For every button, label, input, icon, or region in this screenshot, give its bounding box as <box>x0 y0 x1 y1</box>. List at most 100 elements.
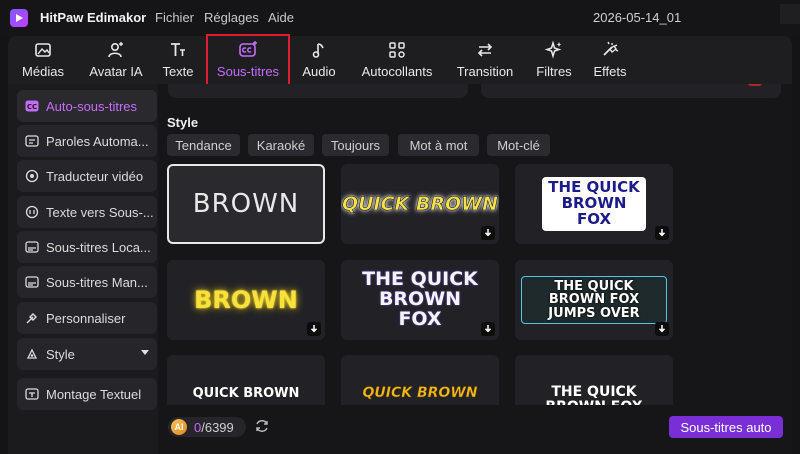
chip-mot-a-mot[interactable]: Mot à mot <box>398 134 479 156</box>
tab-autocollants[interactable]: Autocollants <box>356 36 438 84</box>
preset-text: BROWN <box>194 286 298 314</box>
chip-karaoke[interactable]: Karaoké <box>248 134 314 156</box>
sidebar-item-label: Personnaliser <box>46 310 126 326</box>
download-icon[interactable] <box>307 322 321 336</box>
title-bar: HitPaw Edimakor Fichier Réglages Aide 20… <box>0 0 800 36</box>
chip-tendance[interactable]: Tendance <box>167 134 240 156</box>
download-icon[interactable] <box>481 322 495 336</box>
bottom-bar: AI 0 /6399 Sous-titres auto <box>158 405 792 454</box>
credits-total: /6399 <box>201 419 234 435</box>
effects-icon <box>603 41 619 56</box>
project-name: 2026-05-14_01 <box>593 10 682 25</box>
tab-label: Avatar IA <box>89 64 143 79</box>
app-name: HitPaw Edimakor <box>40 10 147 25</box>
strip-box <box>168 84 468 98</box>
sidebar-item-label: Texte vers Sous-... <box>46 204 154 220</box>
cc-icon: CC <box>24 98 40 114</box>
tab-filtres[interactable]: Filtres <box>532 36 576 84</box>
preset-card[interactable]: QUICK BROWN <box>341 164 499 244</box>
sidebar-item-label: Sous-titres Man... <box>46 274 148 290</box>
preset-card[interactable]: THE QUICK BROWN FOX <box>515 164 673 244</box>
window-control-button[interactable] <box>780 4 800 24</box>
lyrics-icon <box>24 133 40 149</box>
stickers-icon <box>389 42 405 58</box>
app-logo-icon <box>10 9 28 27</box>
media-icon <box>35 43 51 57</box>
sidebar-item-paroles[interactable]: Paroles Automa... <box>17 125 157 157</box>
chip-mot-cle[interactable]: Mot-clé <box>487 134 550 156</box>
transition-icon <box>477 43 493 57</box>
tab-label: Transition <box>456 64 514 79</box>
sidebar-item-traducteur[interactable]: Traducteur vidéo <box>17 160 157 192</box>
manual-subtitles-icon <box>24 274 40 290</box>
download-icon[interactable] <box>655 226 669 240</box>
download-icon[interactable] <box>655 322 669 336</box>
preset-text: THE QUICK BROWN FOX JUMPS OVER <box>521 275 667 325</box>
main-toolbar: Médias Avatar IA Texte Sous-titres Audio… <box>8 34 792 86</box>
audio-icon <box>312 43 324 58</box>
refresh-icon[interactable] <box>254 418 270 434</box>
translate-icon <box>24 168 40 184</box>
tab-audio[interactable]: Audio <box>299 36 339 84</box>
style-panel: Style Tendance Karaoké Toujours Mot à mo… <box>158 84 792 454</box>
sidebar-item-sous-titres-manuels[interactable]: Sous-titres Man... <box>17 266 157 298</box>
chevron-down-icon <box>141 350 149 355</box>
text-edit-icon <box>24 386 40 402</box>
text-to-subtitle-icon <box>24 204 40 220</box>
subtitles-icon <box>239 41 257 57</box>
sidebar-item-texte-vers-sous-titres[interactable]: Texte vers Sous-... <box>17 196 157 228</box>
sidebar-item-label: Montage Textuel <box>46 386 142 402</box>
tab-label: Médias <box>22 64 64 79</box>
tab-label: Audio <box>302 64 336 79</box>
tab-label: Effets <box>593 64 627 79</box>
menu-fichier[interactable]: Fichier <box>155 10 194 25</box>
preset-text: THE QUICK BROWN FOX <box>542 177 646 231</box>
sidebar-item-label: Paroles Automa... <box>46 133 149 149</box>
tab-label: Autocollants <box>361 64 433 79</box>
tab-avatar-ia[interactable]: Avatar IA <box>84 36 148 84</box>
credits-used: 0 <box>194 419 202 435</box>
svg-text:CC: CC <box>27 103 37 111</box>
sidebar-item-label: Auto-sous-titres <box>46 98 138 114</box>
tab-medias[interactable]: Médias <box>18 36 68 84</box>
sidebar-item-sous-titres-locaux[interactable]: Sous-titres Loca... <box>17 231 157 263</box>
sidebar-item-label: Sous-titres Loca... <box>46 239 151 255</box>
auto-subtitles-button[interactable]: Sous-titres auto <box>669 416 783 438</box>
top-strip <box>158 84 792 100</box>
sidebar-item-montage-textuel[interactable]: Montage Textuel <box>17 378 157 410</box>
tab-label: Filtres <box>536 64 572 79</box>
sidebar-item-auto-sous-titres[interactable]: CC Auto-sous-titres <box>17 90 157 122</box>
tab-transition[interactable]: Transition <box>454 36 516 84</box>
sidebar-item-style[interactable]: Style <box>17 338 157 370</box>
menu-aide[interactable]: Aide <box>268 10 294 25</box>
customize-icon <box>24 310 40 326</box>
filters-icon <box>544 40 562 59</box>
subtitle-sidebar: CC Auto-sous-titres Paroles Automa... Tr… <box>8 84 158 454</box>
preset-text: QUICK BROWN <box>192 385 300 401</box>
preset-text: BROWN <box>192 189 300 219</box>
preset-card[interactable]: THE QUICK BROWN FOX JUMPS OVER <box>515 260 673 340</box>
tab-sous-titres[interactable]: Sous-titres <box>206 34 290 86</box>
style-icon <box>24 346 40 362</box>
preset-text: QUICK BROWN <box>362 385 478 401</box>
tab-effets[interactable]: Effets <box>590 36 630 84</box>
section-title-style: Style <box>167 115 199 130</box>
menu-reglages[interactable]: Réglages <box>204 10 259 25</box>
tab-label: Sous-titres <box>216 64 280 79</box>
tab-texte[interactable]: Texte <box>160 36 196 84</box>
text-icon <box>171 43 185 56</box>
download-icon[interactable] <box>481 226 495 240</box>
preset-text: QUICK BROWN <box>341 193 499 216</box>
credits-badge: AI 0 /6399 <box>168 417 246 437</box>
sidebar-item-personnaliser[interactable]: Personnaliser <box>17 302 157 334</box>
chip-toujours[interactable]: Toujours <box>322 134 389 156</box>
preset-card[interactable]: THE QUICK BROWN FOX <box>341 260 499 340</box>
preset-text: THE QUICK BROWN FOX <box>362 268 478 330</box>
preset-card[interactable]: BROWN <box>167 260 325 340</box>
preset-card[interactable]: BROWN <box>167 164 325 244</box>
sidebar-item-label: Style <box>46 346 75 362</box>
strip-box <box>481 84 781 98</box>
local-subtitles-icon <box>24 239 40 255</box>
avatar-ai-icon <box>108 42 123 58</box>
tab-label: Texte <box>162 64 194 79</box>
